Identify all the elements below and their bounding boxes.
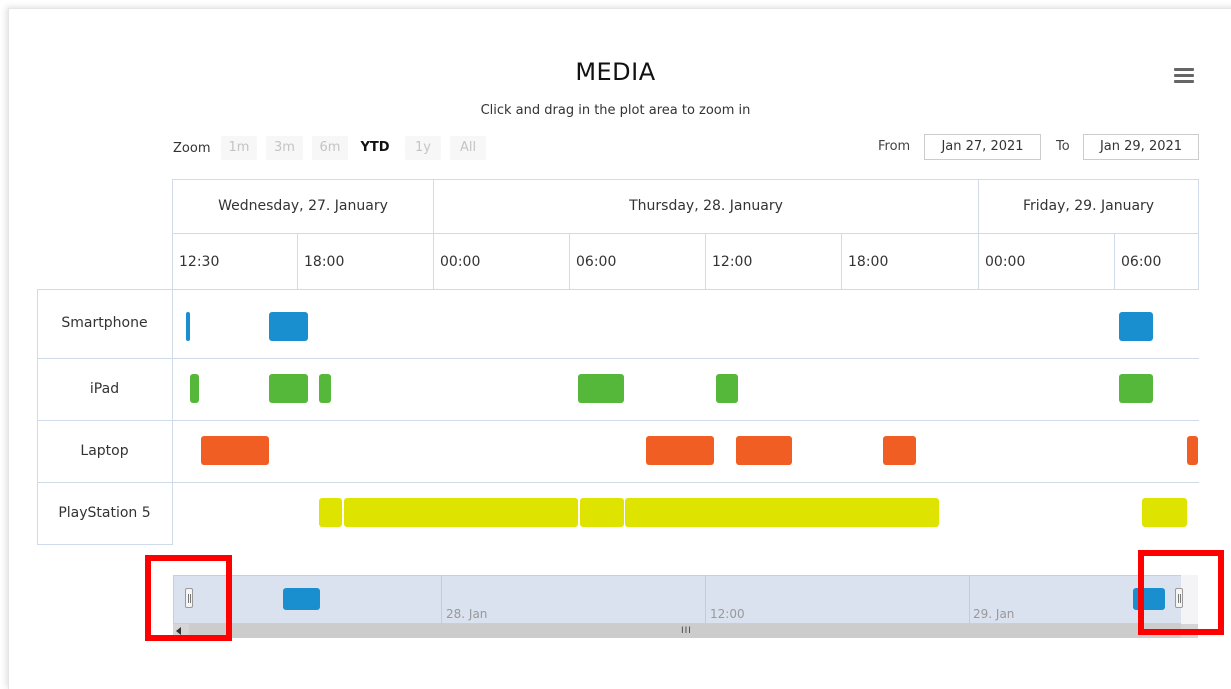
row-line — [37, 482, 1199, 483]
hour-tick-label: 00:00 — [978, 234, 1114, 290]
navigator-label: 29. Jan — [973, 607, 1015, 621]
axis-right-line — [1198, 179, 1199, 290]
zoom-1y-button[interactable]: 1y — [405, 136, 441, 160]
hour-tick-label: 00:00 — [433, 234, 569, 290]
gantt-bar-laptop[interactable] — [882, 436, 917, 465]
gantt-bar-smartphone[interactable] — [268, 312, 309, 341]
gantt-bar-ipad[interactable] — [715, 374, 739, 403]
category-label-laptop: Laptop — [80, 443, 129, 459]
scroll-left-arrow-icon[interactable] — [176, 627, 182, 635]
navigator-tick — [441, 576, 442, 624]
gantt-bar-playstation-5[interactable] — [319, 498, 342, 527]
navigator-outside-right — [1181, 575, 1198, 624]
label-column-right-line — [172, 289, 173, 545]
gantt-bar-playstation-5[interactable] — [1141, 498, 1187, 527]
gantt-bar-ipad[interactable] — [268, 374, 309, 403]
zoom-all-button[interactable]: All — [450, 136, 486, 160]
day-header-thursday: Thursday, 28. January — [433, 179, 978, 234]
zoom-3m-button[interactable]: 3m — [266, 136, 303, 160]
gantt-bar-ipad[interactable] — [578, 374, 624, 403]
gantt-bar-laptop[interactable] — [201, 436, 269, 465]
day-header-wednesday: Wednesday, 27. January — [172, 179, 433, 234]
gantt-bar-ipad[interactable] — [189, 374, 200, 403]
navigator-label: 28. Jan — [446, 607, 488, 621]
gantt-bar-laptop[interactable] — [1186, 436, 1198, 465]
navigator-left-handle[interactable] — [185, 588, 193, 608]
hamburger-menu-icon[interactable] — [1174, 68, 1194, 84]
zoom-ytd-button[interactable]: YTD — [353, 136, 397, 160]
gantt-bar-playstation-5[interactable] — [625, 498, 939, 527]
chart-subtitle: Click and drag in the plot area to zoom … — [480, 103, 751, 118]
hour-tick-label: 06:00 — [569, 234, 705, 290]
from-label: From — [878, 139, 911, 154]
navigator-tick — [705, 576, 706, 624]
hour-tick-label: 18:00 — [841, 234, 978, 290]
row-line — [37, 544, 172, 545]
gantt-bar-laptop[interactable] — [646, 436, 714, 465]
row-line — [37, 420, 1199, 421]
category-label-playstation: PlayStation 5 — [58, 505, 151, 521]
chart-title: MEDIA — [575, 58, 656, 86]
from-date-input[interactable] — [924, 134, 1041, 160]
navigator-tick — [969, 576, 970, 624]
gantt-bar-laptop[interactable] — [736, 436, 793, 465]
hour-tick-label: 18:00 — [297, 234, 433, 290]
category-label-ipad: iPad — [89, 381, 120, 397]
gantt-bar-smartphone[interactable] — [1119, 312, 1153, 341]
row-line — [37, 358, 1199, 359]
navigator-bar — [282, 588, 321, 610]
to-date-input[interactable] — [1083, 134, 1199, 160]
zoom-label: Zoom — [173, 141, 211, 156]
day-header-friday: Friday, 29. January — [978, 179, 1198, 234]
scrollbar-grip-icon: III — [681, 626, 692, 636]
gantt-bar-playstation-5[interactable] — [343, 498, 579, 527]
gantt-bar-playstation-5[interactable] — [580, 498, 624, 527]
zoom-6m-button[interactable]: 6m — [312, 136, 348, 160]
hour-tick-label: 06:00 — [1114, 234, 1198, 290]
navigator-bar — [1133, 588, 1165, 610]
navigator-selected-range[interactable] — [173, 575, 1198, 624]
navigator-label: 12:00 — [710, 607, 745, 621]
to-label: To — [1056, 139, 1070, 154]
row-line — [37, 289, 1199, 290]
gantt-bar-ipad[interactable] — [319, 374, 331, 403]
gantt-bar-ipad[interactable] — [1119, 374, 1153, 403]
category-label-smartphone: Smartphone — [61, 315, 148, 331]
gantt-bar-smartphone[interactable] — [186, 312, 191, 341]
zoom-1m-button[interactable]: 1m — [221, 136, 257, 160]
hour-tick-label: 12:30 — [172, 234, 297, 290]
navigator-right-handle[interactable] — [1175, 588, 1183, 608]
hour-tick-label: 12:00 — [705, 234, 841, 290]
